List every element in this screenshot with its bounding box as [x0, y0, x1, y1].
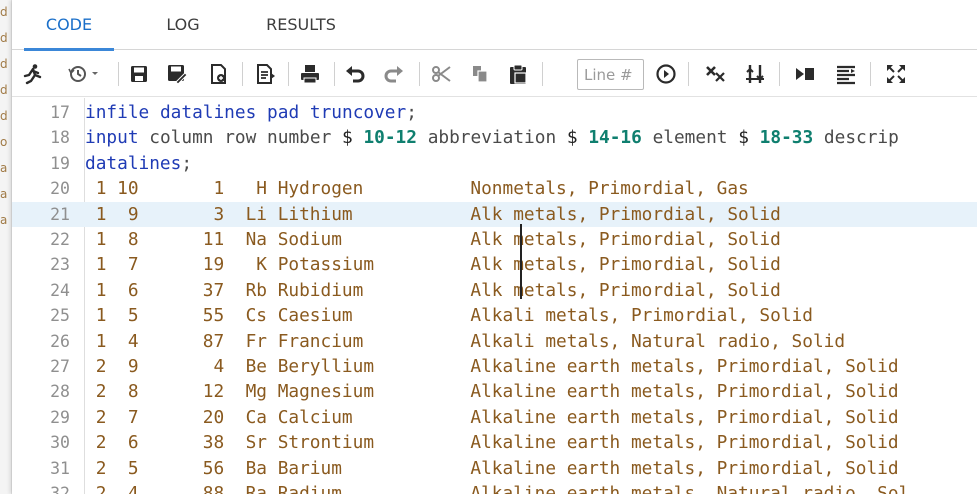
save-as-icon[interactable] — [164, 60, 190, 88]
history-icon[interactable] — [66, 60, 106, 88]
tab-log[interactable]: LOG — [143, 0, 223, 50]
code-line[interactable]: 21 1 9 3 Li Lithium Alk metals, Primordi… — [12, 201, 977, 227]
line-number: 20 — [50, 179, 70, 199]
code-text: 1 10 1 H Hydrogen Nonmetals, Primordial,… — [85, 178, 749, 200]
print-icon[interactable] — [297, 60, 323, 88]
line-number: 22 — [50, 230, 70, 249]
clear-icon[interactable] — [702, 60, 728, 88]
go-to-line-icon[interactable] — [653, 60, 679, 88]
background-char: d — [0, 31, 8, 45]
code-text: 1 8 11 Na Sodium Alk metals, Primordial,… — [85, 229, 781, 250]
code-line[interactable]: 25 1 5 55 Cs Caesium Alkali metals, Prim… — [12, 303, 977, 328]
code-line[interactable]: 18 input column row number $ 10-12 abbrev… — [12, 125, 977, 150]
code-line[interactable]: 20 1 10 1 H Hydrogen Nonmetals, Primordi… — [12, 176, 977, 201]
tab-results[interactable]: RESULTS — [246, 0, 356, 50]
code-text: infile datalines pad truncover; — [85, 102, 417, 123]
background-char: d — [0, 83, 8, 97]
line-number: 29 — [50, 407, 70, 427]
code-text: 2 5 56 Ba Barium Alkaline earth metals, … — [85, 457, 899, 479]
cut-icon[interactable] — [428, 60, 454, 88]
line-number: 17 — [50, 103, 70, 122]
editor-toolbar — [12, 51, 977, 97]
paste-icon[interactable] — [505, 60, 531, 88]
line-number: 31 — [50, 458, 70, 478]
line-number: 19 — [50, 153, 70, 173]
code-text: 2 4 88 Ra Radium Alkaline earth metals, … — [85, 483, 910, 494]
tab-bar: CODE LOG RESULTS — [12, 0, 977, 51]
code-line[interactable]: 17 infile datalines pad truncover; — [12, 100, 977, 125]
line-number: 24 — [50, 280, 70, 300]
code-text: input column row number $ 10-12 abbrevia… — [85, 127, 899, 149]
code-text: datalines; — [85, 152, 193, 174]
line-number: 25 — [50, 306, 70, 326]
code-text: 1 6 37 Rb Rubidium Alk metals, Primordia… — [85, 279, 781, 301]
split-icon[interactable] — [742, 60, 768, 88]
background-char: d — [0, 57, 8, 71]
code-text: 1 7 19 K Potassium Alk metals, Primordia… — [85, 254, 781, 276]
code-text: 1 4 87 Fr Francium Alkali metals, Natura… — [85, 330, 846, 352]
snippets-icon[interactable] — [833, 60, 859, 88]
run-icon[interactable] — [20, 60, 46, 88]
code-text: 1 9 3 Li Lithium Alk metals, Primordial,… — [85, 203, 781, 225]
code-line[interactable]: 30 2 6 38 Sr Strontium Alkaline earth me… — [12, 430, 977, 455]
background-char: a — [0, 187, 8, 201]
tab-code[interactable]: CODE — [24, 0, 114, 51]
code-line[interactable]: 31 2 5 56 Ba Barium Alkaline earth metal… — [12, 456, 977, 481]
code-line[interactable]: 23 1 7 19 K Potassium Alk metals, Primor… — [12, 252, 977, 277]
background-char: a — [0, 161, 8, 175]
undo-icon[interactable] — [342, 60, 368, 88]
code-line[interactable]: 29 2 7 20 Ca Calcium Alkaline earth meta… — [12, 405, 977, 430]
line-number: 30 — [50, 433, 70, 453]
background-char: d — [0, 109, 8, 123]
background-window-edge: d d d d d o a a a — [0, 0, 12, 494]
code-line[interactable]: 24 1 6 37 Rb Rubidium Alk metals, Primor… — [12, 278, 977, 303]
maximize-icon[interactable] — [883, 60, 909, 88]
line-number: 18 — [50, 128, 70, 148]
code-text: 2 8 12 Mg Magnesium Alkaline earth metal… — [85, 381, 899, 403]
copy-icon[interactable] — [467, 60, 493, 88]
code-line[interactable]: 26 1 4 87 Fr Francium Alkali metals, Nat… — [12, 329, 977, 354]
code-line[interactable]: 28 2 8 12 Mg Magnesium Alkaline earth me… — [12, 379, 977, 404]
line-number: 28 — [50, 382, 70, 402]
program-editor-panel: CODE LOG RESULTS Line # 17 infile datali… — [12, 0, 977, 494]
line-number: 21 — [50, 204, 70, 224]
background-char: a — [0, 213, 8, 227]
line-number: 32 — [50, 484, 70, 494]
save-icon[interactable] — [126, 60, 152, 88]
line-number: 23 — [50, 255, 70, 275]
line-number: 27 — [50, 357, 70, 376]
format-code-icon[interactable] — [252, 60, 278, 88]
code-editor[interactable]: 17 infile datalines pad truncover; 18 input… — [12, 98, 977, 494]
background-char: o — [0, 135, 8, 149]
code-line[interactable]: 22 1 8 11 Na Sodium Alk metals, Primordi… — [12, 227, 977, 252]
export-icon[interactable] — [206, 60, 232, 88]
code-text: 1 5 55 Cs Caesium Alkali metals, Primord… — [85, 305, 813, 327]
background-char: d — [0, 5, 8, 19]
code-text: 2 9 4 Be Beryllium Alkaline earth metals… — [85, 356, 899, 377]
code-text: 2 7 20 Ca Calcium Alkaline earth metals,… — [85, 406, 899, 428]
code-line[interactable]: 19 datalines; — [12, 151, 977, 176]
code-line[interactable]: 32 2 4 88 Ra Radium Alkaline earth metal… — [12, 481, 977, 494]
code-text: 2 6 38 Sr Strontium Alkaline earth metal… — [85, 432, 899, 454]
code-to-flow-icon[interactable] — [792, 60, 818, 88]
text-cursor — [520, 224, 522, 299]
line-number-input[interactable] — [577, 59, 644, 90]
line-number: 26 — [50, 331, 70, 351]
code-line[interactable]: 27 2 9 4 Be Beryllium Alkaline earth met… — [12, 354, 977, 379]
redo-icon[interactable] — [381, 60, 407, 88]
